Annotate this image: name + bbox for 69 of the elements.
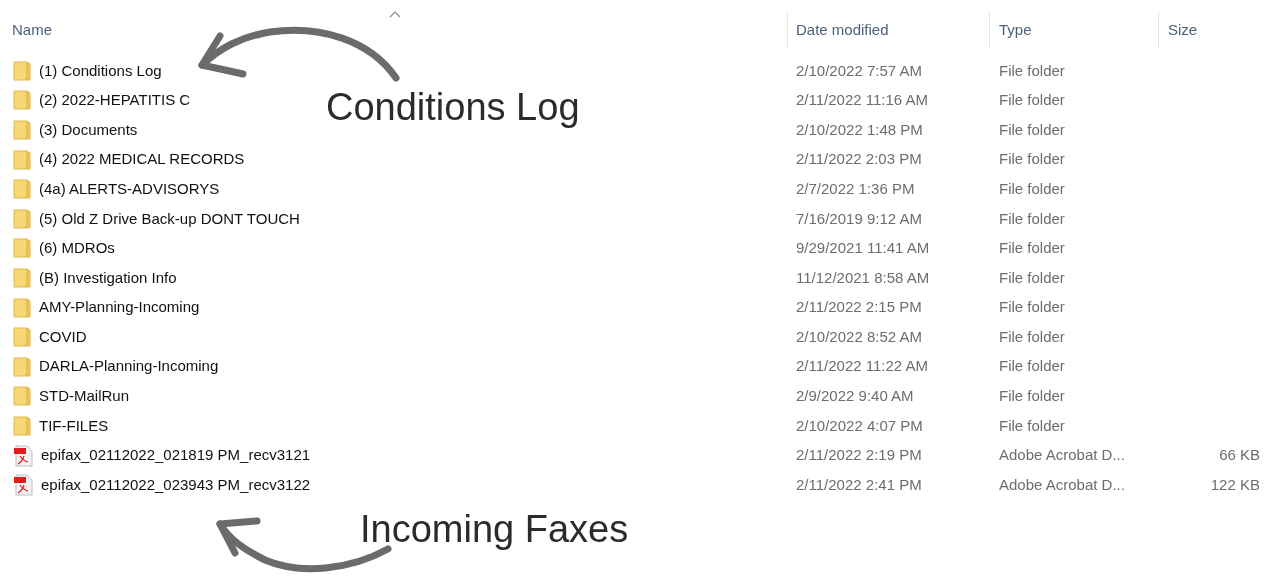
file-type: File folder (999, 387, 1065, 405)
date-modified: 2/9/2022 9:40 AM (796, 387, 914, 405)
file-type: Adobe Acrobat D... (999, 475, 1125, 493)
folder-icon (13, 179, 31, 200)
file-size: 66 KB (1219, 446, 1260, 464)
file-type: File folder (999, 327, 1065, 345)
date-modified: 2/11/2022 11:22 AM (796, 357, 929, 375)
folder-icon (13, 60, 31, 81)
folder-icon (13, 356, 31, 377)
file-name[interactable]: (4a) ALERTS-ADVISORYS (39, 177, 220, 201)
date-modified: 2/10/2022 1:48 PM (796, 120, 923, 138)
date-modified: 2/11/2022 2:19 PM (796, 446, 922, 464)
folder-icon (13, 327, 31, 348)
file-type: File folder (999, 91, 1065, 109)
file-type: File folder (999, 357, 1065, 375)
date-modified: 2/10/2022 7:57 AM (796, 61, 922, 79)
file-name[interactable]: (B) Investigation Info (39, 266, 177, 290)
file-name[interactable]: (2) 2022-HEPATITIS C (39, 89, 191, 112)
file-type: File folder (999, 416, 1065, 434)
date-modified: 2/10/2022 4:07 PM (796, 416, 923, 434)
file-name[interactable]: (4) 2022 MEDICAL RECORDS (39, 148, 245, 171)
folder-icon (13, 386, 31, 407)
date-modified: 2/7/2022 1:36 PM (796, 179, 915, 197)
date-modified: 2/10/2022 8:52 AM (796, 327, 922, 345)
file-name[interactable]: TIF-FILES (39, 414, 109, 438)
file-name[interactable]: DARLA-Planning-Incoming (39, 355, 219, 378)
file-type: File folder (999, 298, 1065, 316)
column-header[interactable]: Name (12, 21, 52, 38)
annotation-label: Conditions Log (326, 85, 580, 130)
file-type: File folder (999, 120, 1065, 138)
date-modified: 2/11/2022 2:03 PM (796, 150, 922, 168)
folder-icon (13, 120, 31, 140)
file-type: File folder (999, 150, 1065, 168)
file-name[interactable]: epifax_02112022_023943 PM_recv3122 (41, 473, 311, 497)
pdf-file-icon (13, 474, 33, 497)
file-name[interactable]: (5) Old Z Drive Back-up DONT TOUCH (39, 207, 300, 230)
folder-icon (13, 297, 31, 318)
folder-icon (13, 149, 31, 170)
file-type: File folder (999, 179, 1065, 197)
file-name[interactable]: epifax_02112022_021819 PM_recv3121 (41, 444, 311, 467)
file-type: File folder (999, 239, 1065, 257)
file-name[interactable]: (6) MDROs (39, 237, 115, 260)
column-header[interactable]: Date modified (796, 21, 889, 38)
file-type: File folder (999, 209, 1065, 227)
folder-icon (13, 90, 31, 111)
file-name[interactable]: AMY-Planning-Incoming (39, 296, 200, 319)
file-name[interactable]: STD-MailRun (39, 385, 129, 408)
file-name[interactable]: COVID (39, 325, 87, 349)
date-modified: 2/11/2022 2:41 PM (796, 475, 922, 493)
file-type: Adobe Acrobat D... (999, 446, 1125, 464)
column-header[interactable]: Size (1168, 21, 1198, 38)
sort-ascending-icon (389, 10, 401, 18)
file-size: 122 KB (1210, 475, 1260, 493)
date-modified: 2/11/2022 2:15 PM (796, 298, 922, 316)
pdf-file-icon (13, 444, 33, 467)
date-modified: 7/16/2019 9:12 AM (796, 209, 922, 227)
folder-icon (13, 267, 31, 288)
date-modified: 2/11/2022 11:16 AM (796, 91, 929, 109)
annotation-label: Incoming Faxes (360, 507, 629, 552)
date-modified: 9/29/2021 11:41 AM (796, 239, 930, 257)
file-name[interactable]: (1) Conditions Log (39, 59, 162, 83)
file-type: File folder (999, 268, 1065, 286)
file-name[interactable]: (3) Documents (39, 118, 138, 142)
column-header[interactable]: Type (999, 21, 1032, 38)
date-modified: 11/12/2021 8:58 AM (796, 268, 930, 286)
file-type: File folder (999, 61, 1065, 79)
folder-icon (13, 415, 31, 436)
folder-icon (13, 208, 31, 229)
folder-icon (13, 238, 31, 259)
